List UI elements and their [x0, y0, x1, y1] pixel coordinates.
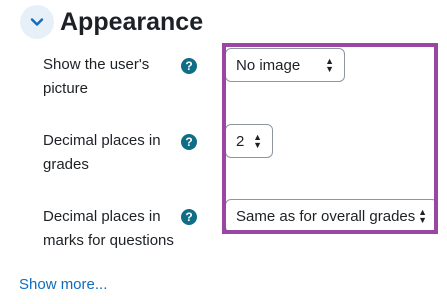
decimal-places-grades-select[interactable]: 2 ▲ ▼ [225, 124, 273, 158]
label-line: marks for questions [43, 232, 174, 249]
help-icon[interactable]: ? [181, 134, 197, 150]
section-title: Appearance [60, 7, 204, 36]
label-line: Show the user's [43, 56, 150, 73]
section-header: Appearance [20, 4, 203, 40]
label-line: grades [43, 156, 89, 173]
collapse-toggle-button[interactable] [20, 5, 54, 39]
select-caret-icon: ▲ ▼ [418, 207, 427, 225]
appearance-settings-panel: Appearance Show the user's picture ? No … [0, 0, 447, 304]
show-user-picture-select[interactable]: No image ▲ ▼ [225, 48, 345, 82]
select-caret-icon: ▲ ▼ [325, 56, 334, 74]
show-more-link[interactable]: Show more... [19, 276, 107, 293]
chevron-down-icon [30, 18, 44, 26]
select-value: Same as for overall grades [236, 207, 416, 225]
label-show-user-picture: Show the user's picture [43, 53, 149, 101]
label-line: picture [43, 80, 89, 97]
select-caret-icon: ▲ ▼ [253, 132, 262, 150]
help-icon[interactable]: ? [181, 209, 197, 225]
label-line: Decimal places in [43, 132, 161, 149]
help-icon[interactable]: ? [181, 58, 197, 74]
label-decimal-places-questions: Decimal places in marks for questions [43, 205, 174, 253]
label-decimal-places-grades: Decimal places in grades [43, 129, 161, 177]
label-line: Decimal places in [43, 208, 161, 225]
decimal-places-questions-select[interactable]: Same as for overall grades ▲ ▼ [225, 199, 438, 233]
select-value: No image [236, 56, 301, 74]
select-value: 2 [236, 132, 245, 150]
